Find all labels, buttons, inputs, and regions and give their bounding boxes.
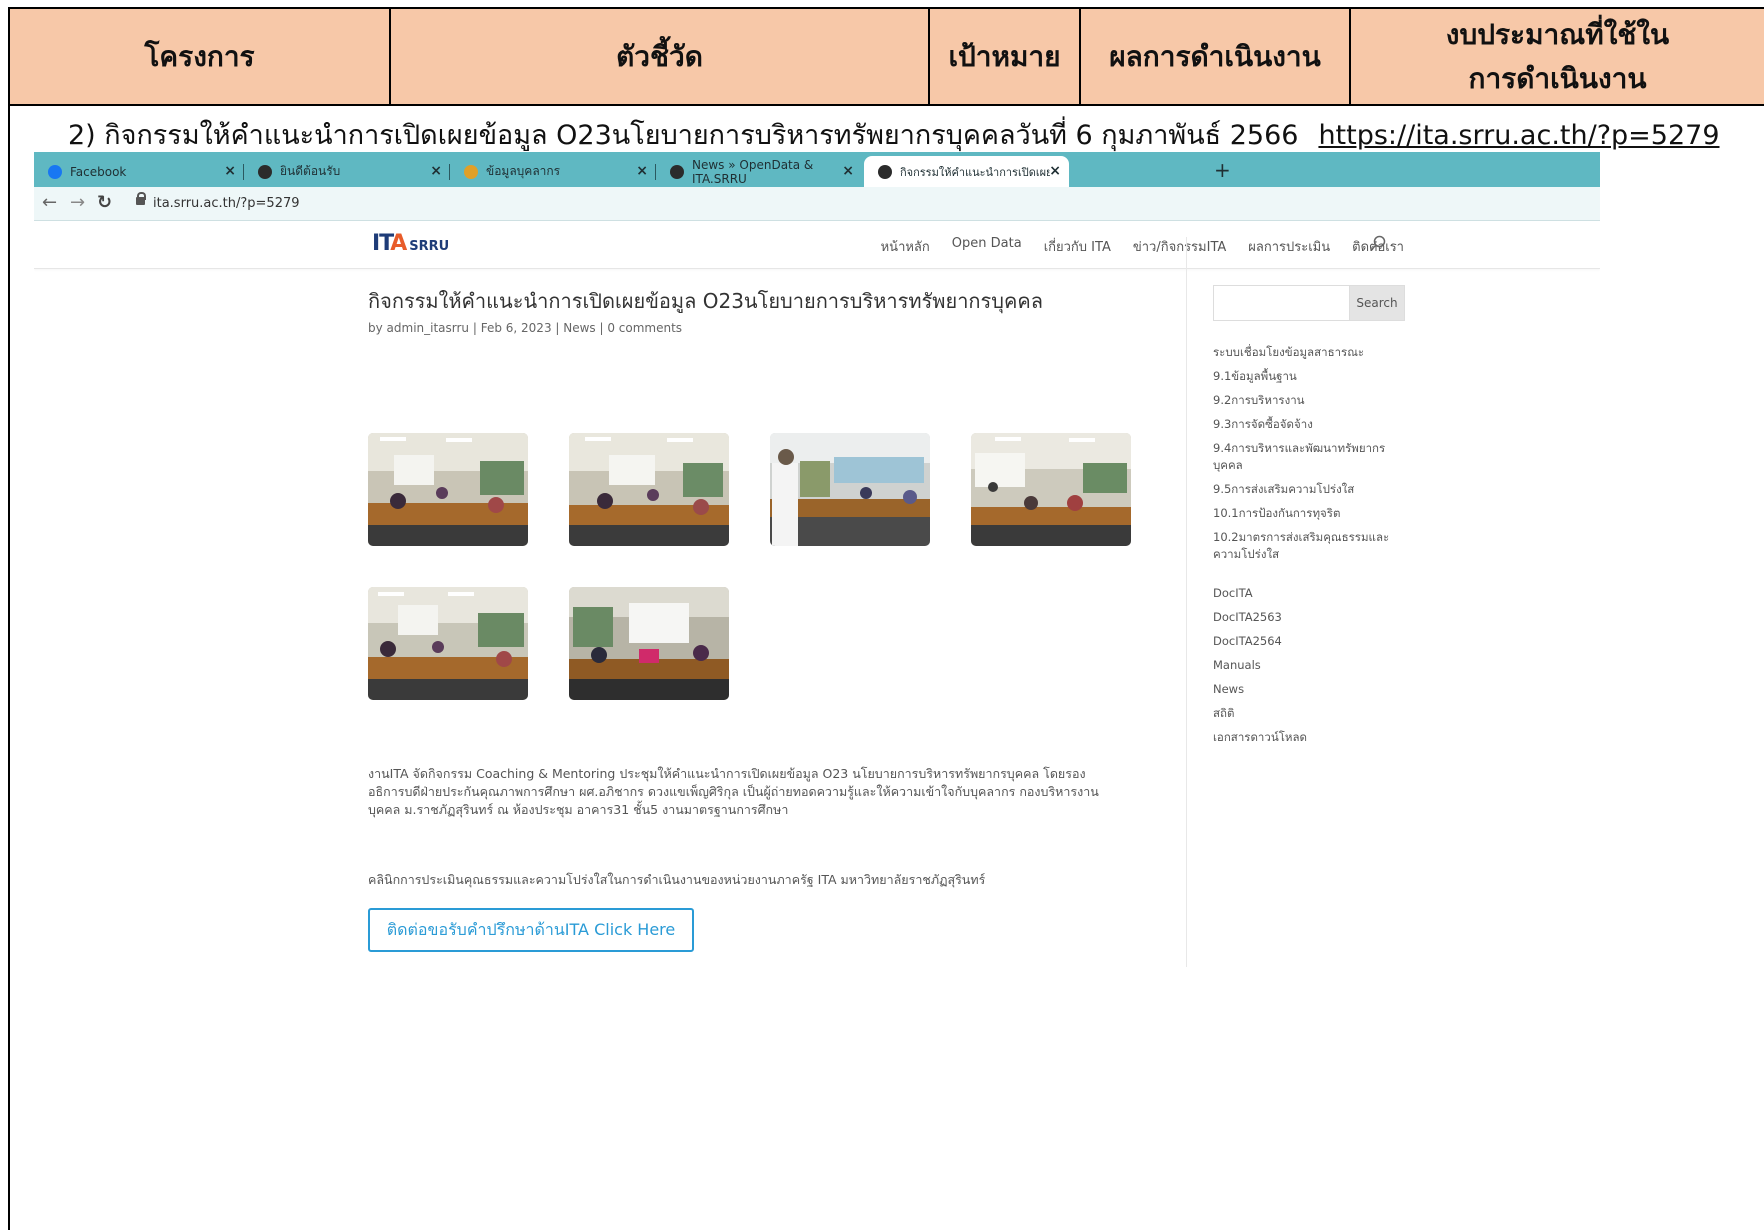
close-icon[interactable]: × <box>636 163 648 179</box>
sidebar-search: Search <box>1213 285 1405 321</box>
classroom-photo <box>368 433 528 546</box>
header-indicator: ตัวชี้วัด <box>389 7 930 106</box>
classroom-photo <box>569 433 729 546</box>
menu-item-news[interactable]: ข่าว/กิจกรรมITA <box>1133 236 1226 257</box>
gallery-photo[interactable] <box>569 587 729 700</box>
search-icon[interactable] <box>1370 235 1386 251</box>
forward-arrow-icon[interactable]: → <box>70 192 85 214</box>
header-budget-line1: งบประมาณที่ใช้ใน <box>1445 17 1670 51</box>
tab-label: กิจกรรมให้คำแนะนำการเปิดเผยข้อมูล ( <box>900 165 1050 179</box>
gallery-photo[interactable] <box>770 433 930 546</box>
category-item[interactable]: เอกสารดาวน์โหลด <box>1213 729 1393 746</box>
close-icon[interactable]: × <box>1049 163 1061 179</box>
post-body-line: อธิการบดีฝ่ายประกันคุณภาพการศึกษา ผศ.อภิ… <box>368 784 1099 799</box>
post-body-line: งานITA จัดกิจกรรม Coaching & Mentoring ป… <box>368 766 1086 781</box>
url-field[interactable]: ita.srru.ac.th/?p=5279 <box>153 196 300 211</box>
header-project: โครงการ <box>8 7 391 106</box>
category-item[interactable]: News <box>1213 681 1393 698</box>
tab-welcome[interactable]: ยินดีต้อนรับ × <box>244 156 450 187</box>
gallery-photo[interactable] <box>368 587 528 700</box>
sidebar-item[interactable]: 10.2มาตรการส่งเสริมคุณธรรมและ ความโปร่งใ… <box>1213 529 1393 563</box>
classroom-photo <box>368 587 528 700</box>
tab-personnel[interactable]: ข้อมูลบุคลากร × <box>450 156 656 187</box>
menu-item-home[interactable]: หน้าหลัก <box>881 236 930 257</box>
sidebar-search-button[interactable]: Search <box>1349 285 1405 321</box>
tab-facebook[interactable]: Facebook × <box>34 156 244 187</box>
globe-icon <box>878 164 892 179</box>
consult-button[interactable]: ติดต่อขอรับคำปรึกษาด้านITA Click Here <box>368 908 694 952</box>
browser-screenshot: Facebook × ยินดีต้อนรับ × ข้อมูลบุคลากร … <box>34 152 1600 1090</box>
new-tab-button[interactable]: + <box>1214 156 1231 184</box>
tab-label: ข้อมูลบุคลากร <box>486 164 561 178</box>
address-bar: ← → ↻ ita.srru.ac.th/?p=5279 <box>34 187 1600 221</box>
menu-item-results[interactable]: ผลการประเมิน <box>1248 236 1330 257</box>
category-item[interactable]: Manuals <box>1213 657 1393 674</box>
close-icon[interactable]: × <box>430 163 442 179</box>
globe-icon <box>258 164 272 179</box>
reload-icon[interactable]: ↻ <box>97 192 112 214</box>
post-note: คลินิกการประเมินคุณธรรมและความโปร่งใสในก… <box>368 872 986 887</box>
post-meta: by admin_itasrru | Feb 6, 2023 | News | … <box>368 321 683 335</box>
category-item[interactable]: DocITA2564 <box>1213 633 1393 650</box>
logo-text-accent: A <box>390 231 408 256</box>
post-body: งานITA จัดกิจกรรม Coaching & Mentoring ป… <box>368 765 1138 819</box>
sidebar-item[interactable]: 9.4การบริหารและพัฒนาทรัพยากร บุคคล <box>1213 440 1393 474</box>
category-item[interactable]: สถิติ <box>1213 705 1393 722</box>
activity-caption-text: 2) กิจกรรมให้คำแนะนำการเปิดเผยข้อมูล O23… <box>68 120 1299 151</box>
category-item[interactable]: DocITA <box>1213 585 1393 602</box>
sidebar-item[interactable]: 9.5การส่งเสริมความโปร่งใส <box>1213 481 1393 498</box>
classroom-photo <box>770 433 930 546</box>
site-header: IT A SRRU หน้าหลัก Open Data เกี่ยวกับ ITA… <box>34 221 1600 269</box>
tab-label: News » OpenData & ITA.SRRU <box>692 157 814 186</box>
globe-icon <box>670 164 684 179</box>
logo-text-sub: SRRU <box>409 239 450 254</box>
facebook-icon <box>48 164 62 179</box>
site-favicon-icon <box>464 164 478 179</box>
classroom-photo <box>569 587 729 700</box>
tab-label: Facebook <box>70 164 127 179</box>
header-result: ผลการดำเนินงาน <box>1079 7 1351 106</box>
close-icon[interactable]: × <box>842 163 854 179</box>
tab-label: ยินดีต้อนรับ <box>280 164 341 178</box>
sidebar-item[interactable]: 9.1ข้อมูลพื้นฐาน <box>1213 368 1393 385</box>
sidebar-links: ระบบเชื่อมโยงข้อมูลสาธารณะ 9.1ข้อมูลพื้น… <box>1213 344 1393 753</box>
header-target: เป้าหมาย <box>928 7 1081 106</box>
gallery-photo[interactable] <box>368 433 528 546</box>
close-icon[interactable]: × <box>224 163 236 179</box>
gallery-photo[interactable] <box>971 433 1131 546</box>
sidebar-item[interactable]: 10.1การป้องกันการทุจริต <box>1213 505 1393 522</box>
menu-item-open-data[interactable]: Open Data <box>952 236 1022 257</box>
header-budget-line2: การดำเนินงาน <box>1468 61 1647 95</box>
activity-link[interactable]: https://ita.srru.ac.th/?p=5279 <box>1318 120 1719 151</box>
back-arrow-icon[interactable]: ← <box>42 192 57 214</box>
main-menu: หน้าหลัก Open Data เกี่ยวกับ ITA ข่าว/กิ… <box>881 236 1404 257</box>
sidebar-item[interactable]: 9.2การบริหารงาน <box>1213 392 1393 409</box>
tab-news[interactable]: News » OpenData & ITA.SRRU × <box>656 156 862 187</box>
browser-tab-bar: Facebook × ยินดีต้อนรับ × ข้อมูลบุคลากร … <box>34 152 1600 187</box>
site-logo[interactable]: IT A SRRU <box>372 231 449 256</box>
menu-item-about[interactable]: เกี่ยวกับ ITA <box>1044 236 1111 257</box>
classroom-photo <box>971 433 1131 546</box>
report-table-header: โครงการ ตัวชี้วัด เป้าหมาย ผลการดำเนินงา… <box>8 7 1764 106</box>
sidebar-search-input[interactable] <box>1213 285 1349 321</box>
category-item[interactable]: DocITA2563 <box>1213 609 1393 626</box>
header-budget: งบประมาณที่ใช้ใน การดำเนินงาน <box>1349 7 1764 106</box>
post-body-line: บุคคล ม.ราชภัฏสุรินทร์ ณ ห้องประชุม อาคา… <box>368 802 789 817</box>
post-title: กิจกรรมให้คำแนะนำการเปิดเผยข้อมูล O23นโย… <box>368 289 1043 313</box>
sidebar-item[interactable]: 9.3การจัดซื้อจัดจ้าง <box>1213 416 1393 433</box>
sidebar-heading[interactable]: ระบบเชื่อมโยงข้อมูลสาธารณะ <box>1213 344 1393 361</box>
sidebar-divider <box>1186 237 1187 967</box>
lock-icon <box>136 192 146 207</box>
tab-activity-active[interactable]: กิจกรรมให้คำแนะนำการเปิดเผยข้อมูล ( × <box>864 156 1069 187</box>
gallery-photo[interactable] <box>569 433 729 546</box>
activity-caption: 2) กิจกรรมให้คำแนะนำการเปิดเผยข้อมูล O23… <box>68 113 1720 156</box>
